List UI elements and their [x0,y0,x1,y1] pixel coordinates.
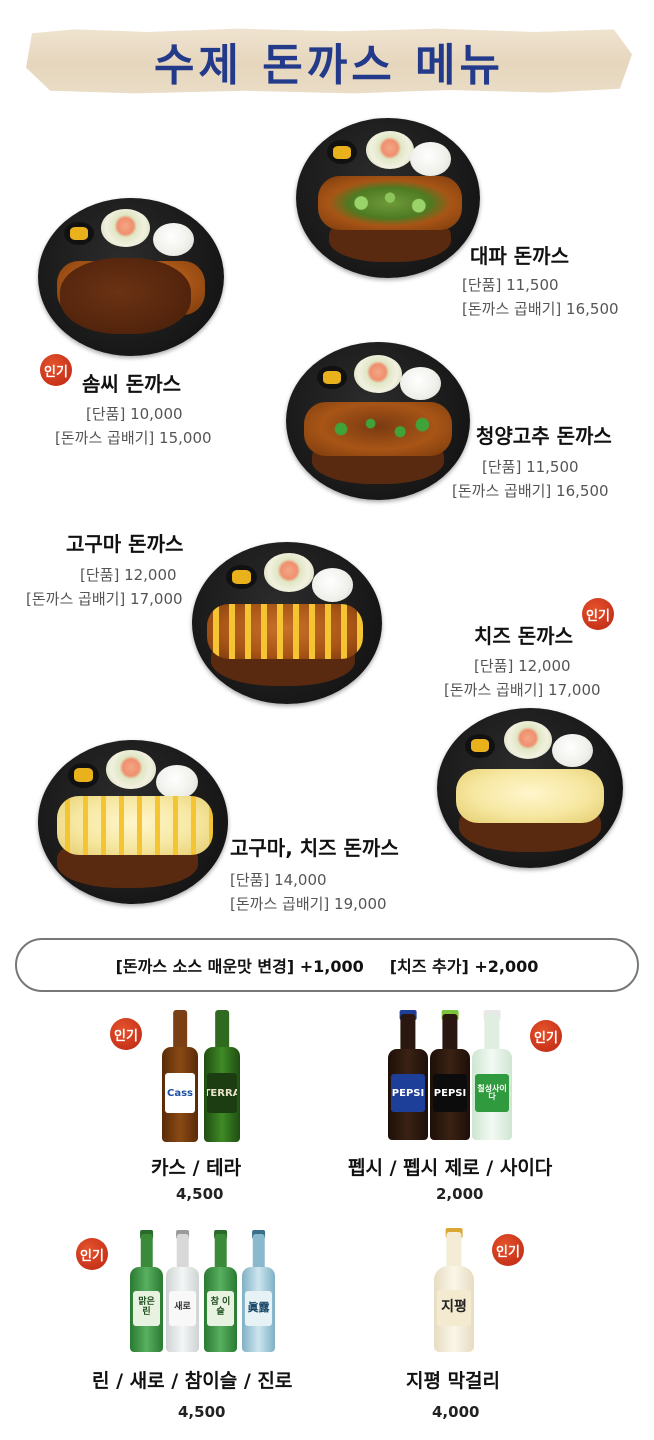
menu-item-price-double: [돈까스 곱배기] 16,500 [462,300,619,318]
popular-badge: 인기 [76,1238,108,1270]
menu-item-price-double: [돈까스 곱배기] 17,000 [444,681,601,699]
cheese-add-option: [치즈 추가] +2,000 [389,957,539,976]
cider-bottle-image: 칠성사이다 [472,1010,512,1140]
drink-name: 린 / 새로 / 참이슬 / 진로 [92,1370,293,1392]
saero-bottle-image: 새로 [166,1230,199,1352]
drink-price: 4,500 [178,1403,226,1421]
terra-bottle-image: TERRA [204,1010,240,1142]
menu-item-name: 청양고추 돈까스 [476,424,612,448]
cass-bottle-image: Cass [162,1010,198,1142]
menu-item-name: 솜씨 돈까스 [82,372,181,396]
page-title: 수제 돈까스 메뉴 [154,40,504,91]
drink-price: 4,000 [432,1403,480,1421]
menu-item-price-single: [단품] 10,000 [86,405,183,423]
popular-badge: 인기 [40,354,72,386]
menu-item-price-single: [단품] 11,500 [462,276,559,294]
somssi-donkatsu-image [38,198,224,356]
jinro-bottle-image: 眞露 [242,1230,275,1352]
rin-bottle-image: 맑은 린 [130,1230,163,1352]
menu-item-name: 치즈 돈까스 [474,624,573,648]
menu-item-price-single: [단품] 11,500 [482,458,579,476]
cheongyang-donkatsu-image [286,342,470,500]
menu-item-price-single: [단품] 12,000 [80,566,177,584]
drink-name: 지평 막걸리 [406,1370,501,1392]
goguma-cheese-donkatsu-image [38,740,228,904]
menu-item-name: 고구마 돈까스 [66,532,184,556]
goguma-donkatsu-image [192,542,382,704]
menu-item-price-double: [돈까스 곱배기] 19,000 [230,895,387,913]
menu-item-price-double: [돈까스 곱배기] 17,000 [26,590,183,608]
menu-item-name: 고구마, 치즈 돈까스 [230,836,399,860]
popular-badge: 인기 [530,1020,562,1052]
menu-item-price-double: [돈까스 곱배기] 15,000 [55,429,212,447]
jipyeong-makgeolli-bottle-image: 지평 [434,1228,474,1352]
popular-badge: 인기 [582,598,614,630]
drink-name: 카스 / 테라 [151,1157,242,1179]
title-banner: 수제 돈까스 메뉴 [26,28,632,94]
drink-price: 4,500 [176,1185,224,1203]
cheese-donkatsu-image [437,708,623,868]
menu-item-price-single: [단품] 12,000 [474,657,571,675]
chamisul-bottle-image: 참 이슬 [204,1230,237,1352]
pepsi-bottle-image: PEPSI [388,1010,428,1140]
daepa-donkatsu-image [296,118,480,278]
menu-item-name: 대파 돈까스 [470,244,569,268]
popular-badge: 인기 [110,1018,142,1050]
options-box: [돈까스 소스 매운맛 변경] +1,000 [치즈 추가] +2,000 [15,938,639,992]
spicy-sauce-option: [돈까스 소스 매운맛 변경] +1,000 [115,957,364,976]
menu-item-price-single: [단품] 14,000 [230,871,327,889]
pepsi-zero-bottle-image: PEPSI [430,1010,470,1140]
drink-name: 펩시 / 펩시 제로 / 사이다 [348,1157,553,1179]
drink-price: 2,000 [436,1185,484,1203]
menu-item-price-double: [돈까스 곱배기] 16,500 [452,482,609,500]
popular-badge: 인기 [492,1234,524,1266]
